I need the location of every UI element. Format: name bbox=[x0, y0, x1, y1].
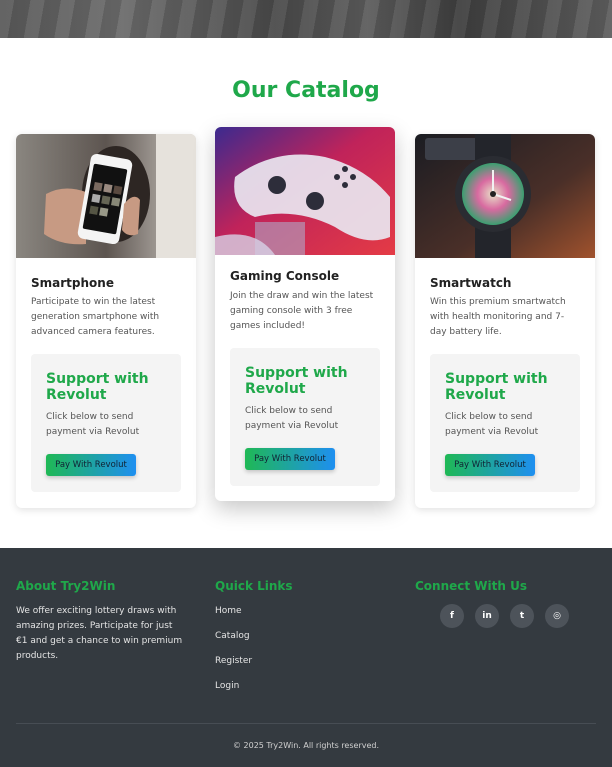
payment-title: Support with Revolut bbox=[245, 365, 348, 397]
payment-box: Support with Revolut Click below to send… bbox=[430, 354, 580, 492]
payment-title: Support with Revolut bbox=[445, 371, 548, 403]
connect-heading: Connect With Us bbox=[415, 579, 527, 593]
smartwatch-image bbox=[415, 134, 595, 258]
product-card-smartphone: Smartphone Participate to win the latest… bbox=[16, 134, 196, 508]
quick-links-heading: Quick Links bbox=[215, 579, 293, 593]
product-title: Gaming Console bbox=[230, 269, 340, 283]
pay-with-revolut-button[interactable]: Pay With Revolut bbox=[46, 454, 136, 476]
product-card-smartwatch: Smartwatch Win this premium smartwatch w… bbox=[415, 134, 595, 508]
linkedin-icon[interactable]: in bbox=[475, 604, 499, 628]
payment-title: Support with Revolut bbox=[46, 371, 149, 403]
about-text: We offer exciting lottery draws with ama… bbox=[16, 606, 183, 661]
gaming-console-image bbox=[215, 127, 395, 255]
smartphone-image bbox=[16, 134, 196, 258]
payment-instructions: Click below to send payment via Revolut bbox=[46, 412, 140, 437]
about-heading: About Try2Win bbox=[16, 579, 116, 593]
page-title: Our Catalog bbox=[232, 78, 380, 103]
footer-link-catalog[interactable]: Catalog bbox=[215, 631, 250, 641]
product-description: Join the draw and win the latest gaming … bbox=[230, 291, 374, 331]
copyright-text: © 2025 Try2Win. All rights reserved. bbox=[232, 741, 380, 750]
payment-box: Support with Revolut Click below to send… bbox=[31, 354, 181, 492]
pay-with-revolut-button[interactable]: Pay With Revolut bbox=[245, 448, 335, 470]
hero-banner-strip bbox=[0, 0, 612, 38]
product-description: Participate to win the latest generation… bbox=[31, 297, 160, 337]
payment-instructions: Click below to send payment via Revolut bbox=[245, 406, 339, 431]
site-footer: About Try2Win We offer exciting lottery … bbox=[0, 548, 612, 767]
footer-divider bbox=[16, 723, 596, 724]
product-description: Win this premium smartwatch with health … bbox=[430, 297, 566, 337]
product-title: Smartwatch bbox=[430, 276, 512, 290]
facebook-icon[interactable]: f bbox=[440, 604, 464, 628]
footer-link-home[interactable]: Home bbox=[215, 606, 242, 616]
pay-with-revolut-button[interactable]: Pay With Revolut bbox=[445, 454, 535, 476]
footer-link-login[interactable]: Login bbox=[215, 681, 239, 691]
product-title: Smartphone bbox=[31, 276, 114, 290]
twitter-icon[interactable]: t bbox=[510, 604, 534, 628]
payment-box: Support with Revolut Click below to send… bbox=[230, 348, 380, 486]
product-card-gaming-console: Gaming Console Join the draw and win the… bbox=[215, 127, 395, 501]
payment-instructions: Click below to send payment via Revolut bbox=[445, 412, 539, 437]
footer-link-register[interactable]: Register bbox=[215, 656, 252, 666]
instagram-icon[interactable]: ◎ bbox=[545, 604, 569, 628]
